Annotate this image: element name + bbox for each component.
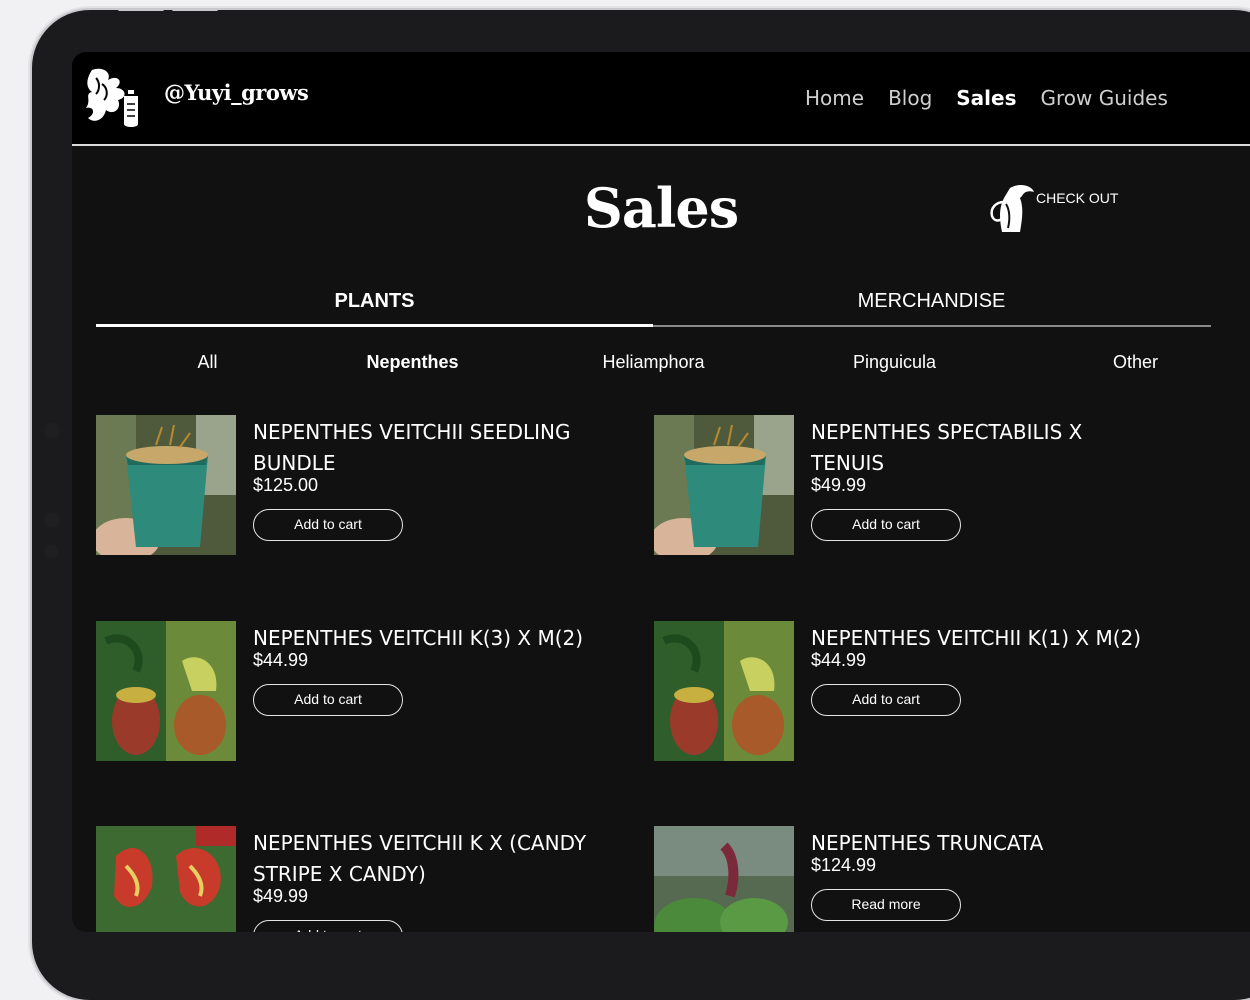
screen: @Yuyi_grows Home Blog Sales Grow Guides …	[72, 52, 1250, 932]
tab-underline	[96, 324, 1211, 327]
product-image[interactable]	[654, 415, 794, 555]
volume-button	[172, 8, 218, 11]
filter-all[interactable]: All	[96, 352, 319, 373]
tab-merchandise[interactable]: MERCHANDISE	[653, 290, 1210, 313]
nav-home[interactable]: Home	[805, 86, 864, 110]
filter-nepenthes[interactable]: Nepenthes	[301, 352, 524, 373]
active-tab-indicator	[96, 324, 653, 327]
product-info: NEPENTHES VEITCHII K(1) X M(2) $44.99 Ad…	[811, 623, 1151, 716]
product-name[interactable]: NEPENTHES VEITCHII SEEDLING BUNDLE	[253, 417, 593, 479]
main-nav: Home Blog Sales Grow Guides	[805, 86, 1192, 110]
product-name[interactable]: NEPENTHES VEITCHII K X (CANDY STRIPE X C…	[253, 828, 593, 890]
checkout-button[interactable]: CHECK OUT	[980, 180, 1118, 240]
tab-plants[interactable]: PLANTS	[96, 290, 653, 313]
product-card: NEPENTHES VEITCHII K(1) X M(2) $44.99 Ad…	[654, 621, 1154, 771]
product-info: NEPENTHES TRUNCATA $124.99 Read more	[811, 828, 1151, 921]
nav-grow-guides[interactable]: Grow Guides	[1041, 86, 1168, 110]
product-info: NEPENTHES VEITCHII SEEDLING BUNDLE $125.…	[253, 417, 593, 541]
add-to-cart-button[interactable]: Add to cart	[811, 509, 961, 541]
product-card: NEPENTHES VEITCHII K X (CANDY STRIPE X C…	[96, 826, 596, 932]
checkout-label: CHECK OUT	[1036, 190, 1119, 206]
filter-pinguicula[interactable]: Pinguicula	[783, 352, 1006, 373]
brand-name[interactable]: @Yuyi_grows	[164, 80, 309, 105]
product-price: $125.00	[253, 475, 319, 495]
add-to-cart-button[interactable]: Add to cart	[253, 920, 403, 932]
add-to-cart-button[interactable]: Add to cart	[253, 509, 403, 541]
filter-bar: All Nepenthes Heliamphora Pinguicula Oth…	[96, 352, 1211, 382]
product-card: NEPENTHES TRUNCATA $124.99 Read more	[654, 826, 1154, 932]
product-info: NEPENTHES VEITCHII K X (CANDY STRIPE X C…	[253, 828, 593, 932]
camera-sensor	[44, 512, 60, 528]
filter-other[interactable]: Other	[1024, 352, 1247, 373]
product-card: NEPENTHES VEITCHII SEEDLING BUNDLE $125.…	[96, 415, 596, 565]
add-to-cart-button[interactable]: Add to cart	[811, 684, 961, 716]
site-header: @Yuyi_grows Home Blog Sales Grow Guides	[72, 52, 1250, 146]
product-image[interactable]	[96, 415, 236, 555]
product-info: NEPENTHES SPECTABILIS X TENUIS $49.99 Ad…	[811, 417, 1151, 541]
camera-sensor	[44, 422, 60, 438]
product-image[interactable]	[654, 826, 794, 932]
product-name[interactable]: NEPENTHES SPECTABILIS X TENUIS	[811, 417, 1151, 479]
add-to-cart-button[interactable]: Add to cart	[253, 684, 403, 716]
pitcher-plant-icon	[990, 185, 1034, 232]
product-card: NEPENTHES VEITCHII K(3) X M(2) $44.99 Ad…	[96, 621, 596, 771]
product-image[interactable]	[96, 621, 236, 761]
filter-heliamphora[interactable]: Heliamphora	[542, 352, 765, 373]
read-more-button[interactable]: Read more	[811, 889, 961, 921]
product-image[interactable]	[96, 826, 236, 932]
nav-blog[interactable]: Blog	[888, 86, 932, 110]
product-price: $49.99	[811, 475, 867, 495]
nav-sales[interactable]: Sales	[956, 86, 1016, 110]
camera-sensor	[44, 544, 58, 558]
product-info: NEPENTHES VEITCHII K(3) X M(2) $44.99 Ad…	[253, 623, 593, 716]
product-image[interactable]	[654, 621, 794, 761]
volume-button	[118, 8, 164, 11]
product-card: NEPENTHES SPECTABILIS X TENUIS $49.99 Ad…	[654, 415, 1154, 565]
logo-icon[interactable]	[78, 64, 148, 132]
